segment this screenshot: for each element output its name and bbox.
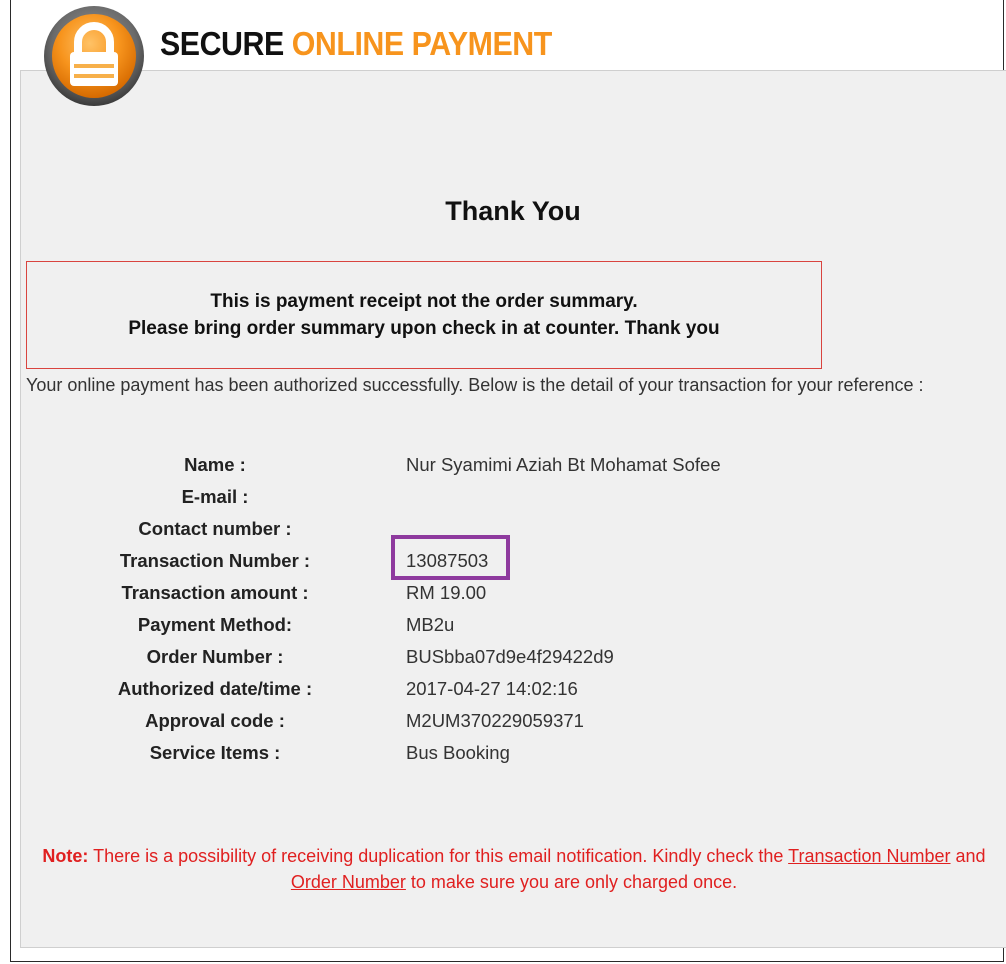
detail-label: Contact number : bbox=[138, 518, 292, 539]
detail-value: M2UM370229059371 bbox=[406, 710, 584, 731]
note-text-3: to make sure you are only charged once. bbox=[405, 872, 738, 892]
duplicate-notice: Note: There is a possibility of receivin… bbox=[24, 843, 1004, 895]
page-header-title: SECURE ONLINE PAYMENT bbox=[160, 20, 552, 68]
detail-value: MB2u bbox=[406, 614, 455, 635]
note-text-1: There is a possibility of receiving dupl… bbox=[88, 846, 789, 866]
note-prefix: Note: bbox=[42, 846, 89, 866]
thank-you-heading: Thank You bbox=[445, 196, 581, 226]
detail-row: Authorized date/time : 2017-04-27 14:02:1… bbox=[0, 674, 1006, 704]
detail-label: Payment Method: bbox=[137, 614, 293, 635]
padlock-icon bbox=[44, 6, 144, 106]
note-text-2: and bbox=[950, 846, 986, 866]
receipt-notice-line1: This is payment receipt not the order su… bbox=[210, 291, 638, 312]
intro-text: Your online payment has been authorized … bbox=[26, 375, 924, 395]
detail-label: Service Items : bbox=[149, 742, 281, 763]
detail-label: Name : bbox=[184, 454, 246, 475]
receipt-notice-line2: Please bring order summary upon check in… bbox=[128, 318, 720, 339]
detail-row: Service Items : Bus Booking bbox=[0, 738, 1006, 768]
detail-label: Authorized date/time : bbox=[117, 678, 313, 699]
order-number-link[interactable]: Order Number bbox=[291, 872, 406, 892]
header-title-word1: SECURE bbox=[160, 25, 284, 62]
detail-row: Transaction amount : RM 19.00 bbox=[0, 578, 1006, 608]
detail-row: Payment Method: MB2u bbox=[0, 610, 1006, 640]
detail-label: Approval code : bbox=[145, 710, 285, 731]
detail-value: BUSbba07d9e4f29422d9 bbox=[406, 646, 614, 667]
detail-label: E-mail : bbox=[181, 486, 249, 507]
detail-value: Nur Syamimi Aziah Bt Mohamat Sofee bbox=[406, 454, 721, 475]
detail-row: Name : Nur Syamimi Aziah Bt Mohamat Sofee bbox=[0, 450, 1006, 480]
transaction-number-link[interactable]: Transaction Number bbox=[788, 846, 950, 866]
detail-row: Approval code : M2UM370229059371 bbox=[0, 706, 1006, 736]
detail-row: E-mail : bbox=[0, 482, 1006, 512]
header-title-word2: ONLINE PAYMENT bbox=[291, 25, 553, 62]
detail-label: Transaction amount : bbox=[121, 582, 309, 603]
transaction-number-highlight bbox=[391, 535, 510, 580]
detail-label: Transaction Number : bbox=[119, 550, 311, 571]
detail-value: Bus Booking bbox=[406, 742, 510, 763]
receipt-notice-box: This is payment receipt not the order su… bbox=[26, 261, 822, 369]
detail-value: 2017-04-27 14:02:16 bbox=[406, 678, 578, 699]
detail-row: Order Number : BUSbba07d9e4f29422d9 bbox=[0, 642, 1006, 672]
detail-label: Order Number : bbox=[146, 646, 284, 667]
detail-value: RM 19.00 bbox=[406, 582, 487, 603]
